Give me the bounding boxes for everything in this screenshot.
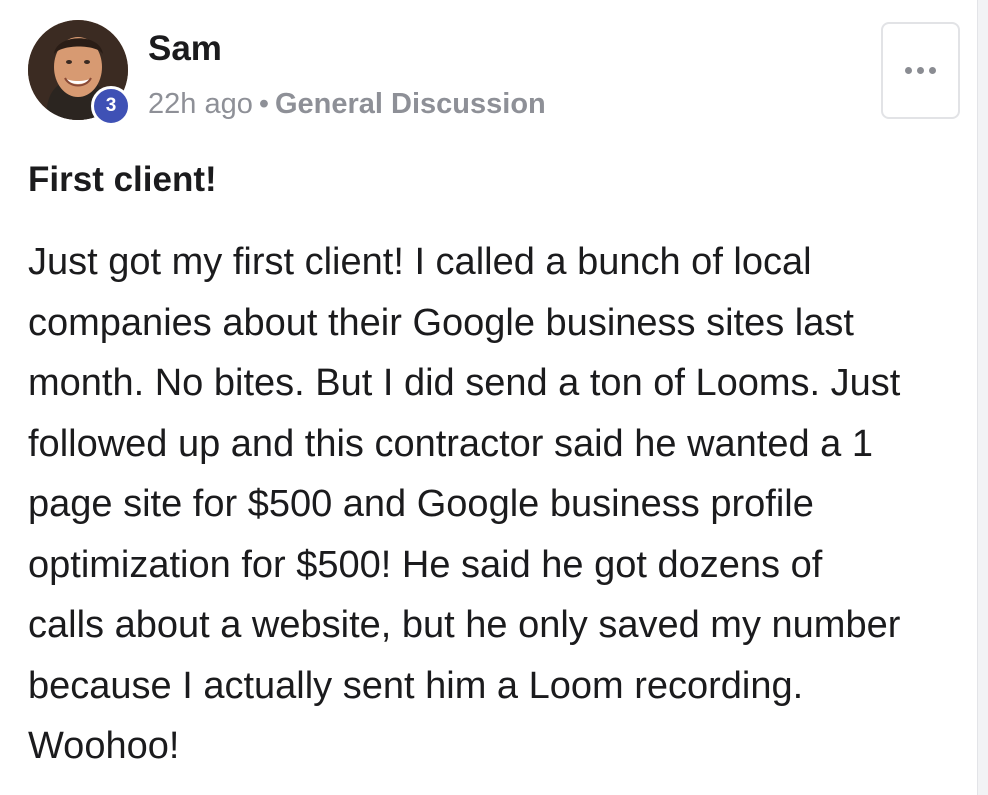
- post-body-line: followed up and this contractor said he …: [28, 422, 873, 465]
- post-title: First client!: [28, 160, 217, 199]
- post-category[interactable]: General Discussion: [275, 88, 546, 120]
- meta-separator: •: [258, 88, 269, 120]
- author-name[interactable]: Sam: [148, 28, 222, 70]
- post-meta: 22h ago • General Discussion: [148, 85, 546, 123]
- post-body-line: companies about their Google business si…: [28, 301, 854, 344]
- post-body-line: month. No bites. But I did send a ton of…: [28, 362, 901, 404]
- post-body-line: optimization for $500! He said he got do…: [28, 543, 823, 586]
- more-horizontal-icon: [905, 67, 936, 74]
- post-body-line: because I actually sent him a Loom recor…: [28, 664, 804, 707]
- post-time[interactable]: 22h ago: [148, 88, 253, 120]
- more-options-button[interactable]: [881, 22, 960, 119]
- post-body-line: Just got my first client! I called a bun…: [28, 241, 812, 283]
- post-body: Just got my first client! I called a bun…: [28, 232, 968, 777]
- level-badge: 3: [91, 86, 131, 126]
- post-body-line: page site for $500 and Google business p…: [28, 483, 814, 525]
- post-card: 3 Sam 22h ago • General Discussion First c…: [0, 0, 978, 795]
- post-body-line: calls about a website, but he only saved…: [28, 604, 901, 646]
- post-body-line: Woohoo!: [28, 725, 180, 767]
